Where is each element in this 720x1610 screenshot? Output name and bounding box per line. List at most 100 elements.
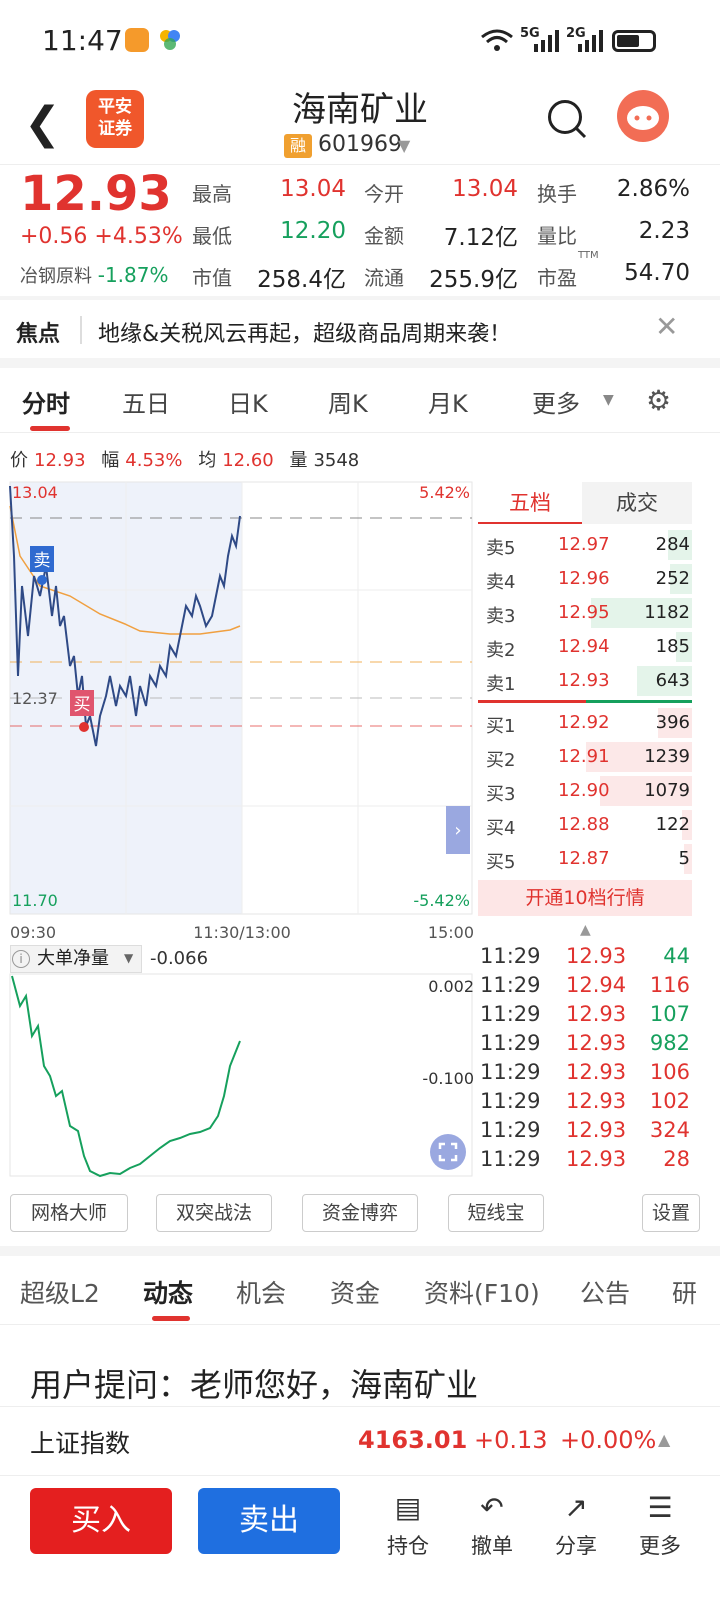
sector-pct: -1.87% [97,263,169,287]
focus-divider [80,316,82,344]
focus-headline[interactable]: 地缘&关税风云再起，超级商品周期来袭！ [98,316,511,348]
trade-row: 11:29 12.93 106 [480,1060,690,1089]
wifi-icon [481,29,513,51]
ask-row[interactable]: 卖5 12.97 284 [478,528,692,562]
bid-label: 买3 [486,784,516,805]
axis-mid-price: 12.37 [12,689,58,708]
gear-icon[interactable]: ⚙ [646,384,671,417]
bid-volume: 122 [655,814,690,835]
sell-button[interactable]: 卖出 [198,1488,340,1554]
collapse-up-icon[interactable]: ▲ [580,922,591,938]
axis-bottom-price: 11.70 [12,891,58,910]
tool-capital-game[interactable]: 资金博弈 [302,1194,418,1232]
indicator-chevron-icon[interactable]: ▼ [124,951,133,965]
qa-item[interactable]: 用户提问：老师您好，海南矿业 [30,1360,478,1406]
search-icon-handle [575,127,587,139]
tab-f10[interactable]: 资料(F10) [424,1274,540,1310]
tab-monthly-k[interactable]: 月K [428,384,468,419]
nav-more[interactable]: ☰ 更多 [630,1490,690,1560]
more-chevron-icon[interactable]: ▼ [603,392,614,408]
chevron-down-icon[interactable]: ▼ [398,136,410,155]
sector-change[interactable]: 冶钢原料 -1.87% [20,262,169,288]
high-value: 13.04 [280,176,346,202]
ask-price: 12.96 [558,568,610,589]
bid-row[interactable]: 买1 12.92 396 [478,706,692,740]
bid-volume: 396 [655,712,690,733]
tool-grid-master[interactable]: 网格大师 [10,1194,128,1232]
info-avg: 12.60 [222,450,274,471]
tab-trades[interactable]: 成交 [582,482,692,524]
bid-volume: 5 [678,848,690,869]
trade-price: 12.93 [566,1031,627,1055]
crosshair-info: 价 12.93 幅 4.53% 均 12.60 量 3548 [10,446,359,472]
nav-positions[interactable]: ▤ 持仓 [378,1490,438,1560]
tab-funds[interactable]: 资金 [330,1274,380,1310]
expand-icon[interactable] [430,1134,466,1170]
bid-price: 12.92 [558,712,610,733]
ask-label: 卖5 [486,538,516,559]
nav-positions-label: 持仓 [387,1534,429,1558]
trade-row: 11:29 12.93 28 [480,1147,690,1176]
ask-row[interactable]: 卖2 12.94 185 [478,630,692,664]
index-change: +0.13 [474,1426,548,1454]
tool-double-breakout[interactable]: 双突战法 [156,1194,272,1232]
expand-up-icon[interactable]: ▲ [658,1430,670,1449]
float-value: 255.9亿 [429,267,518,293]
tab-more[interactable]: 更多 [532,384,580,419]
buy-marker: 买 [74,695,91,715]
trade-volume: 982 [649,1031,690,1055]
nav-cancel[interactable]: ↶ 撤单 [462,1490,522,1560]
tab-daily-k[interactable]: 日K [228,384,268,419]
close-icon[interactable]: ✕ [655,310,678,343]
axis-time-end: 15:00 [428,923,474,942]
axis-top-price: 13.04 [12,483,58,502]
ask-row[interactable]: 卖4 12.96 252 [478,562,692,596]
trade-volume: 116 [649,973,690,997]
chevron-right-icon[interactable]: › [454,820,461,841]
tab-research[interactable]: 研 [672,1274,697,1310]
low-value: 12.20 [280,218,346,244]
ask-row[interactable]: 卖1 12.93 643 [478,664,692,698]
bid-price: 12.88 [558,814,610,835]
tool-settings[interactable]: 设置 [642,1194,700,1232]
bid-label: 买4 [486,818,516,839]
intraday-chart[interactable]: 卖 买 13.04 5.42% 12.37 11.70 -5.42% 09:30… [0,476,476,1196]
tab-dynamics[interactable]: 动态 [143,1274,193,1310]
bid-row[interactable]: 买3 12.90 1079 [478,774,692,808]
buy-button[interactable]: 买入 [30,1488,172,1554]
trade-time: 11:29 [480,1118,541,1142]
tab-weekly-k[interactable]: 周K [328,384,368,419]
focus-label: 焦点 [16,322,61,347]
ask-price: 12.94 [558,636,610,657]
bid-row[interactable]: 买4 12.88 122 [478,808,692,842]
open-label: 今开 [364,182,404,206]
tab-intraday[interactable]: 分时 [22,384,70,419]
nav-share[interactable]: ↗ 分享 [546,1490,606,1560]
info-vol: 3548 [313,450,360,471]
open-level10-button[interactable]: 开通10档行情 [478,880,692,916]
info-vol-label: 量 [289,450,308,471]
tab-announcements[interactable]: 公告 [580,1274,630,1310]
info-icon[interactable]: i [12,950,30,968]
tab-order-levels[interactable]: 五档 [478,482,582,524]
tab-super-l2[interactable]: 超级L2 [20,1274,100,1310]
price-change: +0.56 +4.53% [20,224,183,249]
tool-short-term[interactable]: 短线宝 [448,1194,544,1232]
bid-price: 12.90 [558,780,610,801]
assistant-avatar-icon[interactable] [617,90,669,142]
tab-5day[interactable]: 五日 [122,384,170,419]
stock-code[interactable]: 601969 [318,132,402,157]
pe-value: 54.70 [624,260,690,286]
indicator-value: -0.066 [150,948,209,969]
bid-price: 12.91 [558,746,610,767]
tab-opportunity[interactable]: 机会 [236,1274,286,1310]
bid-row[interactable]: 买2 12.91 1239 [478,740,692,774]
ask-row[interactable]: 卖3 12.95 1182 [478,596,692,630]
status-bar: 11:47 5G 2G [0,0,720,80]
status-time: 11:47 [42,24,123,57]
bid-row[interactable]: 买5 12.87 5 [478,842,692,876]
ask-price: 12.97 [558,534,610,555]
trade-volume: 107 [649,1002,690,1026]
trade-price: 12.94 [566,973,627,997]
mcap-value: 258.4亿 [257,267,346,293]
